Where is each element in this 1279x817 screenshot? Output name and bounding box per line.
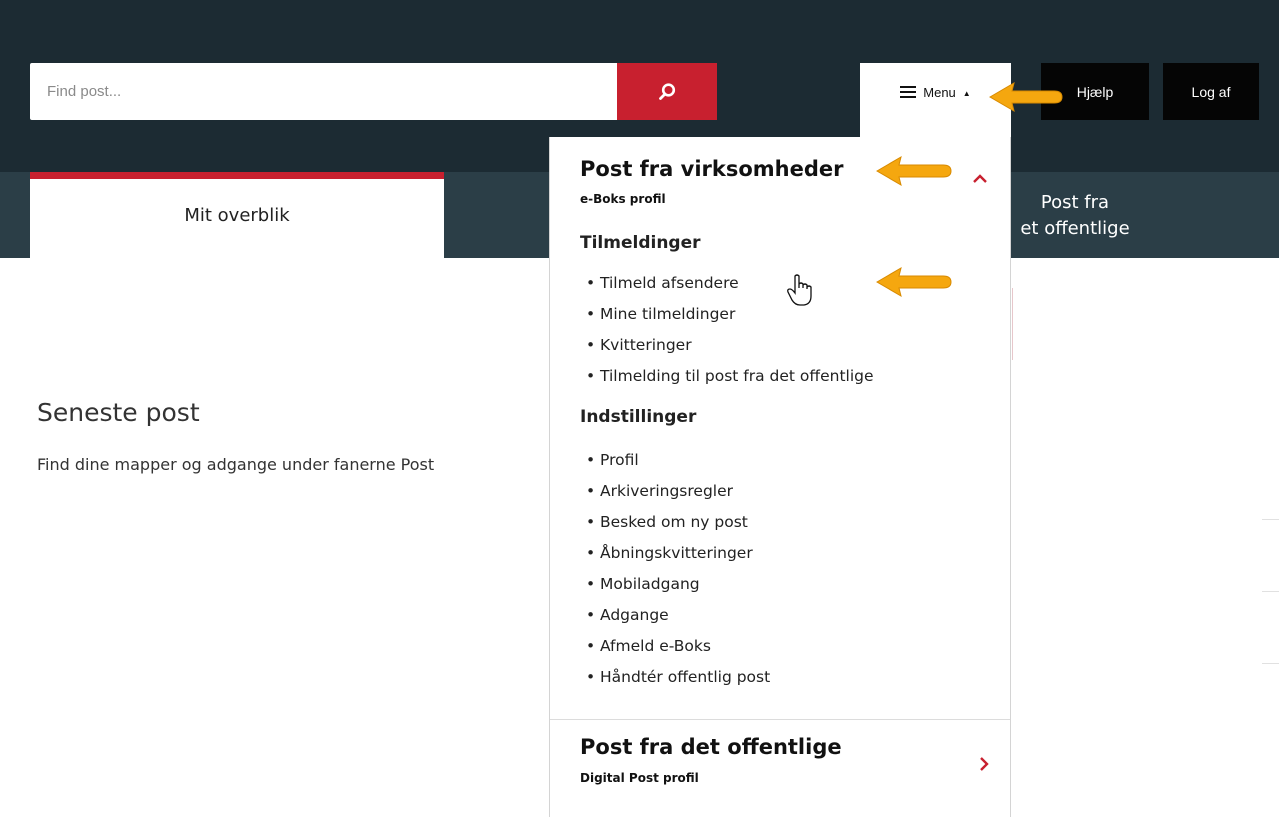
tab-label: Mit overblik <box>184 205 290 226</box>
list-divider <box>1262 519 1279 520</box>
bullet: • <box>586 575 596 593</box>
section-description: Find dine mapper og adgange under fanern… <box>37 455 435 474</box>
menu-item-label: Profil <box>600 451 639 469</box>
search-box <box>30 63 617 120</box>
bullet: • <box>586 544 596 562</box>
hand-cursor-icon <box>787 274 812 306</box>
group-subtitle: e-Boks profil <box>580 192 666 206</box>
group-title-post-fra-det-offentlige[interactable]: Post fra det offentlige <box>580 735 842 759</box>
logout-button[interactable]: Log af <box>1163 63 1259 120</box>
menu-item-profil[interactable]: • Profil <box>580 445 770 476</box>
tab-label-line2: et offentlige <box>1020 218 1130 239</box>
search-button[interactable] <box>617 63 717 120</box>
menu-item-label: Adgange <box>600 606 669 624</box>
page-section-title: Seneste post <box>37 398 200 427</box>
bullet: • <box>586 451 596 469</box>
menu-item-label: Arkiveringsregler <box>600 482 734 500</box>
bullet: • <box>586 305 596 323</box>
list-divider <box>1262 663 1279 664</box>
tab-label-line1: Post fra <box>1040 192 1110 213</box>
menu-item-label: Tilmelding til post fra det offentlige <box>600 367 874 385</box>
menu-item-label: Kvitteringer <box>600 336 692 354</box>
section-heading-indstillinger: Indstillinger <box>580 407 697 427</box>
bullet: • <box>586 637 596 655</box>
menu-item-label: Mobiladgang <box>600 575 700 593</box>
tab-post-fra-det-offentlige[interactable]: Post fra et offentlige <box>995 190 1155 242</box>
group-title-post-fra-virksomheder[interactable]: Post fra virksomheder <box>580 157 843 181</box>
bullet: • <box>586 336 596 354</box>
menu-item-kvitteringer[interactable]: • Kvitteringer <box>580 330 874 361</box>
menu-item-arkiveringsregler[interactable]: • Arkiveringsregler <box>580 476 770 507</box>
tab-mit-overblik[interactable]: Mit overblik <box>30 172 444 258</box>
list-divider <box>1262 591 1279 592</box>
menu-item-label: Mine tilmeldinger <box>600 305 736 323</box>
content-divider <box>1012 288 1013 360</box>
menu-item-label: Åbningskvitteringer <box>600 544 753 562</box>
menu-item-tilmeld-afsendere[interactable]: • Tilmeld afsendere <box>580 268 874 299</box>
menu-item-aabningskvitteringer[interactable]: • Åbningskvitteringer <box>580 538 770 569</box>
menu-label: Menu <box>923 85 956 100</box>
menu-item-label: Tilmeld afsendere <box>600 274 739 292</box>
menu-item-tilmelding-offentlige[interactable]: • Tilmelding til post fra det offentlige <box>580 361 874 392</box>
bullet: • <box>586 668 596 686</box>
search-input[interactable] <box>30 63 607 120</box>
tilmeldinger-list: • Tilmeld afsendere • Mine tilmeldinger • K… <box>580 268 874 392</box>
menu-item-mobiladgang[interactable]: • Mobiladgang <box>580 569 770 600</box>
menu-item-adgange[interactable]: • Adgange <box>580 600 770 631</box>
annotation-arrow-icon <box>876 155 952 187</box>
hamburger-icon <box>900 86 917 98</box>
indstillinger-list: • Profil • Arkiveringsregler • Besked om ny… <box>580 445 770 693</box>
menu-item-label: Afmeld e-Boks <box>600 637 711 655</box>
annotation-arrow-icon <box>989 81 1063 113</box>
menu-item-label: Håndtér offentlig post <box>600 668 771 686</box>
bullet: • <box>586 606 596 624</box>
chevron-up-icon[interactable] <box>972 173 988 185</box>
section-heading-tilmeldinger: Tilmeldinger <box>580 233 701 253</box>
menu-item-afmeld-e-boks[interactable]: • Afmeld e-Boks <box>580 631 770 662</box>
menu-item-mine-tilmeldinger[interactable]: • Mine tilmeldinger <box>580 299 874 330</box>
menu-caret-icon: ▲ <box>962 89 971 98</box>
bullet: • <box>586 513 596 531</box>
menu-item-haandter-offentlig-post[interactable]: • Håndtér offentlig post <box>580 662 770 693</box>
menu-dropdown: Post fra virksomheder e-Boks profil Tilm… <box>549 137 1011 817</box>
bullet: • <box>586 482 596 500</box>
group-separator <box>550 719 1010 720</box>
annotation-arrow-icon <box>876 266 952 298</box>
menu-item-label: Besked om ny post <box>600 513 748 531</box>
bullet: • <box>586 367 596 385</box>
chevron-right-icon[interactable] <box>978 756 990 772</box>
bullet: • <box>586 274 596 292</box>
menu-item-besked-om-ny-post[interactable]: • Besked om ny post <box>580 507 770 538</box>
search-icon <box>659 82 676 100</box>
group-subtitle: Digital Post profil <box>580 771 699 785</box>
